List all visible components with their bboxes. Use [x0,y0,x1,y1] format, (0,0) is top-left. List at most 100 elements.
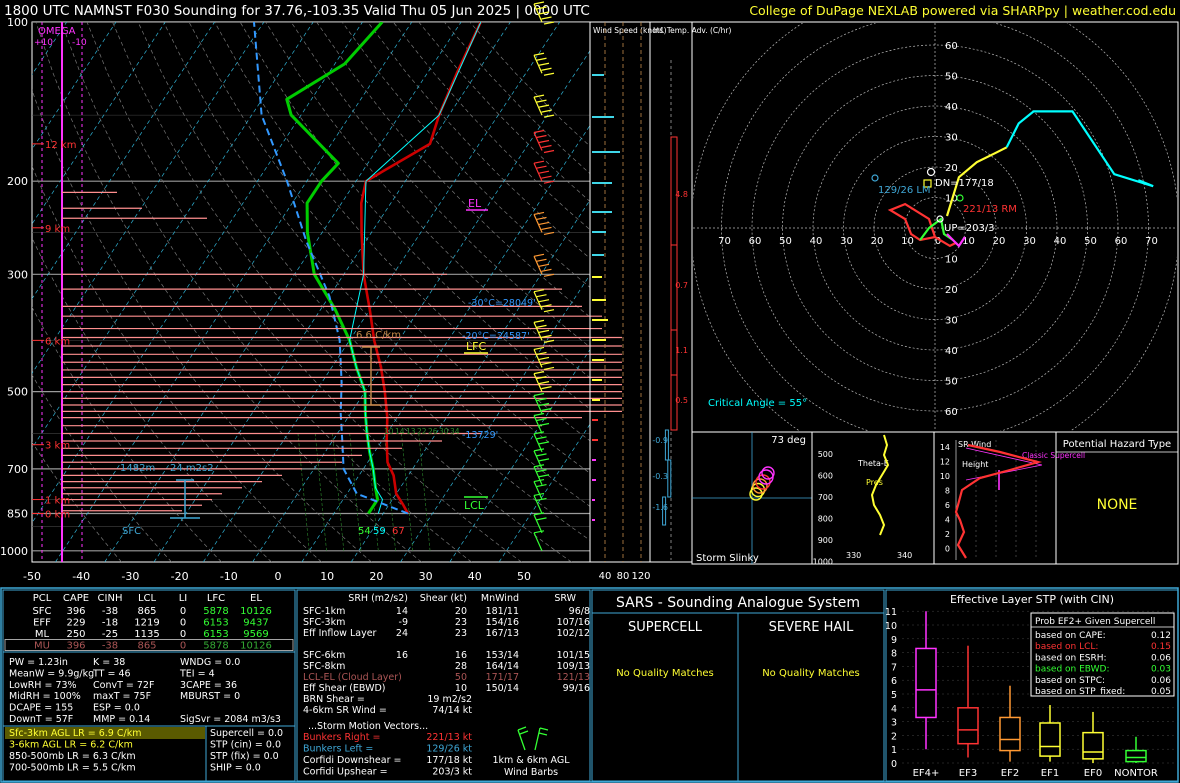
sars-supercell-label: SUPERCELL [628,620,703,635]
wind-barb [533,289,555,313]
sounding-display: 1800 UTC NAMNST F030 Sounding for 37.76,… [0,1,1179,783]
thetae-ytick: 600 [818,472,833,481]
index-cell: TT = 46 [92,668,131,679]
index-cell: TEI = 4 [179,668,215,679]
kin-header: SRW [554,593,576,604]
parcel-cell: -25 [102,629,118,640]
parcel-header: LI [179,593,188,604]
stp-ytick: 5 [891,690,897,701]
minus10-label: -13729' [462,430,498,441]
brn-shear-value: 19 m2/s2 [427,694,472,705]
stp-prob-label: based on LCL: [1035,642,1098,652]
kin-cell: 164/14 [486,661,519,672]
temp-tick: 40 [468,570,482,583]
storm-motion-title: ...Storm Motion Vectors... [308,721,428,732]
kin-cell: Eff Inflow Layer [303,628,377,639]
hodo-axis-label: 30 [840,236,853,247]
composite-index: STP (cin) = 0.0 [210,740,281,751]
parcel-header: CINH [98,593,123,604]
hodo-axis-label: 50 [779,236,792,247]
minus20-label: -20°C=24587' [462,331,530,342]
isotherm [350,199,590,562]
composite-index: SHIP = 0.0 [210,763,261,774]
thetae-ytick: 900 [818,536,833,545]
parcel-cell: 10126 [240,641,272,652]
kin-cell: 24 [396,628,408,639]
stp-ytick: 11 [885,607,897,618]
skewt-frame [31,21,591,563]
kin-cell: 20 [455,606,467,617]
temp-tick: -50 [23,570,41,583]
parcel-cell: ML [35,629,50,640]
stp-prob-label: based on CAPE: [1035,631,1106,641]
wind-barb [533,211,555,236]
hodo-axis-label: 10 [901,236,914,247]
wind-barb [533,94,555,118]
index-cell: WNDG = 0.0 [180,657,240,668]
hodo-trace-6-9km [1005,110,1154,188]
dry-adiabat [239,22,590,410]
kin-cell: LCL-EL (Cloud Layer) [303,672,402,683]
stp-category: EF3 [959,768,977,779]
kin-cell: 23 [455,628,467,639]
credit-text: College of DuPage NEXLAB powered via SHA… [749,3,1176,18]
composite-index: STP (fix) = 0.0 [210,751,279,762]
minus30-label: -30°C=28049' [468,298,536,309]
index-cell: DCAPE = 155 [9,703,73,714]
srw-title: SR Wind [958,440,991,449]
kin-cell: 167/13 [486,628,519,639]
page-title: 1800 UTC NAMNST F030 Sounding for 37.76,… [4,3,590,19]
index-cell: 3CAPE = 36 [180,680,237,691]
stp-category: EF1 [1041,768,1059,779]
kin-cell: 121/13 [557,672,590,683]
parcel-cell: 396 [66,606,85,617]
temp-tick: -10 [220,570,238,583]
dry-adiabat [418,22,590,202]
stp-box [915,647,937,719]
hodo-ring-label: 10 [945,255,958,266]
hodo-ring-label: 50 [945,72,958,83]
stp-category: EF2 [1001,768,1019,779]
storm-motion-value: 129/26 kt [426,744,472,755]
srw-ytick: 8 [945,487,950,496]
srw-ytick: 0 [945,545,950,554]
kin-cell: 107/16 [557,617,590,628]
wind-barb [533,371,552,392]
hazard-panel: Potential Hazard Type NONE [1055,431,1179,565]
srw-ytick: 10 [940,472,950,481]
dry-adiabat [61,22,472,562]
sars-hail-label: SEVERE HAIL [769,620,854,635]
kin-cell: SFC-6km [303,650,345,661]
mixing-ratio-tick: 13 [406,427,416,436]
hodo-dn-label: DN=177/18 [935,178,994,189]
hodo-ring-label: 60 [945,41,958,52]
wind-speed-panel: Wind Speed (knots) 40 80 120 [589,21,667,582]
lcl-label: LCL [464,499,485,512]
hodo-axis-label: 50 [1084,236,1097,247]
hazard-value: NONE [1097,497,1138,513]
pressure-tick: 700 [7,463,28,476]
barb-caption: Wind Barbs [504,767,558,778]
stp-box [1039,722,1061,757]
index-cell: DownT = 57F [9,714,73,725]
parcel-cell: 9569 [243,629,268,640]
sars-panel: SARS - Sounding Analogue System SUPERCEL… [591,589,885,782]
sr-wind-label: 4-6km SR Wind = [303,705,387,716]
wind-barb-1km [517,726,529,751]
parcel-cell: 6153 [203,618,228,629]
kin-cell: 101/15 [557,650,590,661]
temp-tick: 0 [275,570,282,583]
parcel-cell: 9437 [243,618,268,629]
wind-barb [533,129,555,154]
thetae-title: Theta-E [857,459,889,468]
parcel-cell: -18 [102,618,118,629]
kin-cell: SFC-8km [303,661,345,672]
temp-tick: 20 [369,570,383,583]
sfc-label: SFC [122,526,141,537]
kin-cell: SFC-1km [303,606,345,617]
parcel-cell: 865 [137,606,156,617]
stp-ytick: 4 [891,704,897,715]
omega-tick: +10 [34,38,53,48]
parcel-cell: MU [34,641,50,652]
ta-bar [667,459,672,498]
